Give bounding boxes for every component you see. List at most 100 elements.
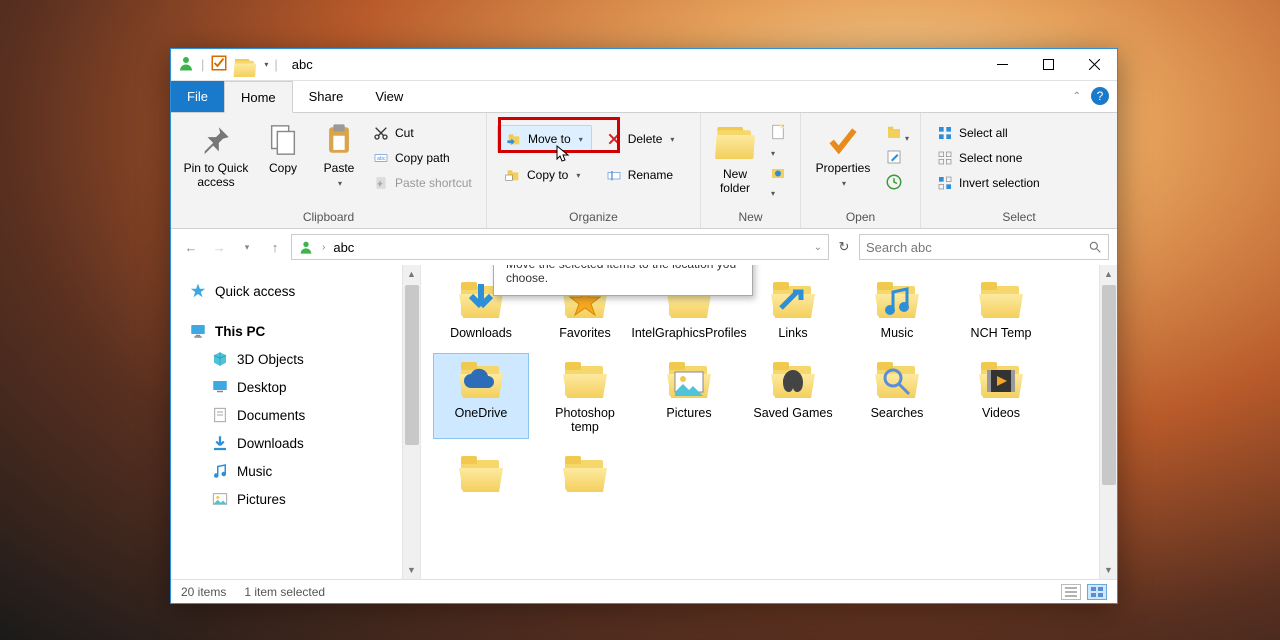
window-title: abc xyxy=(292,57,313,72)
forward-button[interactable]: → xyxy=(207,235,231,259)
properties-button[interactable]: Properties▾ xyxy=(807,117,879,208)
view-icons-button[interactable] xyxy=(1087,584,1107,600)
search-placeholder: Search abc xyxy=(866,240,932,255)
up-button[interactable]: ↑ xyxy=(263,235,287,259)
copy-button[interactable]: Copy xyxy=(255,117,311,208)
tooltip: Move to Move the selected items to the l… xyxy=(493,265,753,296)
refresh-button[interactable]: ↻ xyxy=(833,236,855,258)
check-icon xyxy=(826,123,860,157)
tree-scrollbar[interactable]: ▲▼ xyxy=(402,265,420,579)
delete-button[interactable]: Delete▾ xyxy=(600,125,681,153)
title-bar: | ▾ | abc xyxy=(171,49,1117,81)
qat-separator: | xyxy=(201,57,204,72)
copy-to-button[interactable]: Copy to▾ xyxy=(497,161,592,189)
star-icon xyxy=(189,282,207,300)
folder-item[interactable] xyxy=(433,447,529,505)
paste-label: Paste xyxy=(324,161,355,175)
close-button[interactable] xyxy=(1071,49,1117,81)
folder-arrow-icon xyxy=(506,131,522,147)
open-button[interactable]: ▾ xyxy=(885,123,909,144)
paste-button[interactable]: Paste ▾ xyxy=(311,117,367,208)
tree-item[interactable]: Music xyxy=(171,457,420,485)
folder-item[interactable]: Saved Games xyxy=(745,353,841,439)
cut-button[interactable]: Cut xyxy=(367,121,478,145)
folder-item[interactable]: OneDrive xyxy=(433,353,529,439)
tab-view[interactable]: View xyxy=(359,81,419,112)
move-to-button[interactable]: Move to▾ xyxy=(497,125,592,153)
tree-item[interactable]: Documents xyxy=(171,401,420,429)
select-none-icon xyxy=(937,150,953,166)
maximize-button[interactable] xyxy=(1025,49,1071,81)
group-clipboard-label: Clipboard xyxy=(177,208,480,228)
group-new-label: New xyxy=(707,208,794,228)
search-icon xyxy=(1088,240,1102,254)
folder-item[interactable] xyxy=(537,447,633,505)
group-open: Properties▾ ▾ Open xyxy=(801,113,921,228)
recent-dropdown[interactable]: ▾ xyxy=(235,235,259,259)
group-open-label: Open xyxy=(807,208,914,228)
folder-item[interactable]: NCH Temp xyxy=(953,273,1049,345)
pin-label: Pin to Quick access xyxy=(177,161,255,189)
invert-icon xyxy=(937,175,953,191)
help-icon[interactable]: ? xyxy=(1091,87,1109,105)
content-scrollbar[interactable]: ▲▼ xyxy=(1099,265,1117,579)
select-all-icon xyxy=(937,125,953,141)
tree-item[interactable]: 3D Objects xyxy=(171,345,420,373)
explorer-window: | ▾ | abc File Home Share View ⌃ ? xyxy=(170,48,1118,604)
address-dropdown-icon[interactable]: ⌄ xyxy=(814,242,822,253)
user-path-icon xyxy=(298,239,314,255)
search-input[interactable]: Search abc xyxy=(859,234,1109,260)
nav-tree: Quick access This PC 3D ObjectsDesktopDo… xyxy=(171,265,421,579)
tab-home[interactable]: Home xyxy=(224,81,293,113)
folder-item[interactable]: Pictures xyxy=(641,353,737,439)
breadcrumb[interactable]: abc xyxy=(333,240,354,255)
view-details-button[interactable] xyxy=(1061,584,1081,600)
collapse-ribbon-icon[interactable]: ⌃ xyxy=(1073,91,1081,102)
edit-button[interactable] xyxy=(885,148,909,169)
pin-quick-access-button[interactable]: Pin to Quick access xyxy=(177,117,255,208)
folder-item[interactable]: Searches xyxy=(849,353,945,439)
folder-item[interactable]: Music xyxy=(849,273,945,345)
tree-quick-access[interactable]: Quick access xyxy=(171,277,420,305)
scissors-icon xyxy=(373,125,389,141)
status-selected: 1 item selected xyxy=(244,585,325,599)
tooltip-body: Move the selected items to the location … xyxy=(506,265,736,285)
tree-this-pc[interactable]: This PC xyxy=(171,317,420,345)
user-icon xyxy=(177,54,195,75)
group-new: New folder ▾ ▾ New xyxy=(701,113,801,228)
folder-item[interactable]: Videos xyxy=(953,353,1049,439)
copy-icon xyxy=(266,123,300,157)
address-bar[interactable]: › abc ⌄ xyxy=(291,234,829,260)
qat-dropdown-icon[interactable]: ▾ xyxy=(264,60,268,69)
history-button[interactable] xyxy=(885,173,909,194)
check-icon[interactable] xyxy=(210,54,228,75)
shortcut-icon xyxy=(373,175,389,191)
group-select: Select all Select none Invert selection … xyxy=(921,113,1117,228)
new-folder-button[interactable]: New folder xyxy=(707,117,763,208)
minimize-button[interactable] xyxy=(979,49,1025,81)
tree-item[interactable]: Desktop xyxy=(171,373,420,401)
nav-bar: ← → ▾ ↑ › abc ⌄ ↻ Search abc xyxy=(171,229,1117,265)
ribbon-tab-bar: File Home Share View ⌃ ? xyxy=(171,81,1117,113)
path-icon: abc xyxy=(373,150,389,166)
easy-access-button[interactable]: ▾ xyxy=(769,163,790,199)
select-all-button[interactable]: Select all xyxy=(931,121,1046,145)
folder-item[interactable]: Photoshop temp xyxy=(537,353,633,439)
new-item-button[interactable]: ▾ xyxy=(769,123,790,159)
invert-selection-button[interactable]: Invert selection xyxy=(931,171,1046,195)
tree-item[interactable]: Downloads xyxy=(171,429,420,457)
tab-share[interactable]: Share xyxy=(293,81,360,112)
status-count: 20 items xyxy=(181,585,226,599)
back-button[interactable]: ← xyxy=(179,235,203,259)
select-none-button[interactable]: Select none xyxy=(931,146,1046,170)
folder-item[interactable]: Links xyxy=(745,273,841,345)
monitor-icon xyxy=(189,322,207,340)
rename-button[interactable]: Rename xyxy=(600,161,681,189)
ribbon: Pin to Quick access Copy Paste ▾ Cut abc… xyxy=(171,113,1117,229)
tree-item[interactable]: Pictures xyxy=(171,485,420,513)
qat-separator: | xyxy=(274,57,277,72)
copy-path-button[interactable]: abcCopy path xyxy=(367,146,478,170)
delete-icon xyxy=(606,131,622,147)
group-select-label: Select xyxy=(927,208,1111,228)
tab-file[interactable]: File xyxy=(171,81,224,112)
